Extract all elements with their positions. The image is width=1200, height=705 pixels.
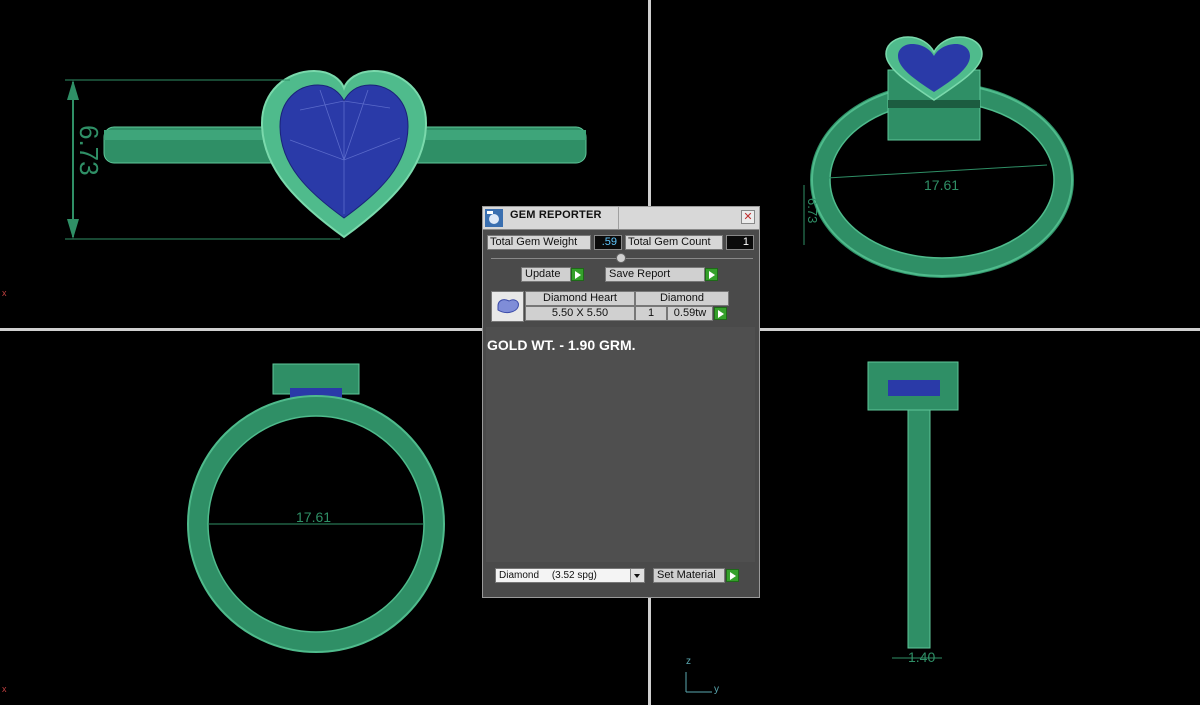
total-gem-count-label: Total Gem Count bbox=[625, 235, 723, 250]
gem-material-header: Diamond bbox=[635, 291, 729, 306]
gem-weight-cell: 0.59tw bbox=[667, 306, 713, 321]
material-select-value: Diamond bbox=[499, 570, 540, 581]
gem-row-play-icon[interactable] bbox=[714, 307, 727, 320]
update-play-icon[interactable] bbox=[571, 268, 584, 281]
diamond-heart-thumbnail[interactable] bbox=[491, 291, 524, 322]
axis-label-z: z bbox=[686, 656, 691, 667]
side-diameter-label: 17.61 bbox=[296, 509, 331, 525]
gem-reporter-window[interactable]: GEM REPORTER ✕ Total Gem Weight .59 Tota… bbox=[482, 206, 760, 598]
gem-size-cell: 5.50 X 5.50 bbox=[525, 306, 635, 321]
set-material-button[interactable]: Set Material bbox=[653, 568, 725, 583]
set-material-button-label: Set Material bbox=[657, 569, 716, 581]
total-gem-count-value: 1 bbox=[726, 235, 754, 250]
gold-weight-text: GOLD WT. - 1.90 GRM. bbox=[487, 337, 636, 353]
axis-marker-x: x bbox=[2, 288, 7, 298]
material-select-density: (3.52 spg) bbox=[551, 570, 597, 581]
report-text-area[interactable] bbox=[486, 327, 755, 562]
gem-reporter-titlebar[interactable]: GEM REPORTER ✕ bbox=[483, 207, 759, 230]
weight-slider-handle[interactable] bbox=[616, 253, 626, 263]
set-material-play-icon[interactable] bbox=[726, 569, 739, 582]
perspective-height-label: 6.73 bbox=[805, 198, 820, 223]
gem-reporter-title: GEM REPORTER bbox=[510, 209, 602, 221]
total-gem-weight-value: .59 bbox=[594, 235, 622, 250]
titlebar-separator bbox=[618, 207, 619, 229]
chevron-down-icon[interactable] bbox=[630, 569, 644, 582]
gem-shape-header: Diamond Heart bbox=[525, 291, 635, 306]
save-report-button-label: Save Report bbox=[609, 268, 671, 280]
axis-label-y: y bbox=[714, 684, 719, 695]
update-button-label: Update bbox=[525, 268, 561, 280]
gem-count-cell: 1 bbox=[635, 306, 667, 321]
close-icon[interactable]: ✕ bbox=[741, 210, 755, 224]
axis-marker-x-bottom: x bbox=[2, 684, 7, 694]
update-button[interactable]: Update bbox=[521, 267, 571, 282]
material-select[interactable]: Diamond (3.52 spg) bbox=[495, 568, 645, 583]
front-dimension-label: 6.73 bbox=[74, 125, 104, 176]
save-report-play-icon[interactable] bbox=[705, 268, 718, 281]
gem-reporter-app-icon bbox=[485, 209, 503, 227]
perspective-diameter-label: 17.61 bbox=[924, 177, 959, 193]
save-report-button[interactable]: Save Report bbox=[605, 267, 705, 282]
end-width-label: 1.40 bbox=[908, 649, 935, 665]
heart-gem-icon bbox=[497, 299, 519, 314]
total-gem-weight-label: Total Gem Weight bbox=[487, 235, 591, 250]
